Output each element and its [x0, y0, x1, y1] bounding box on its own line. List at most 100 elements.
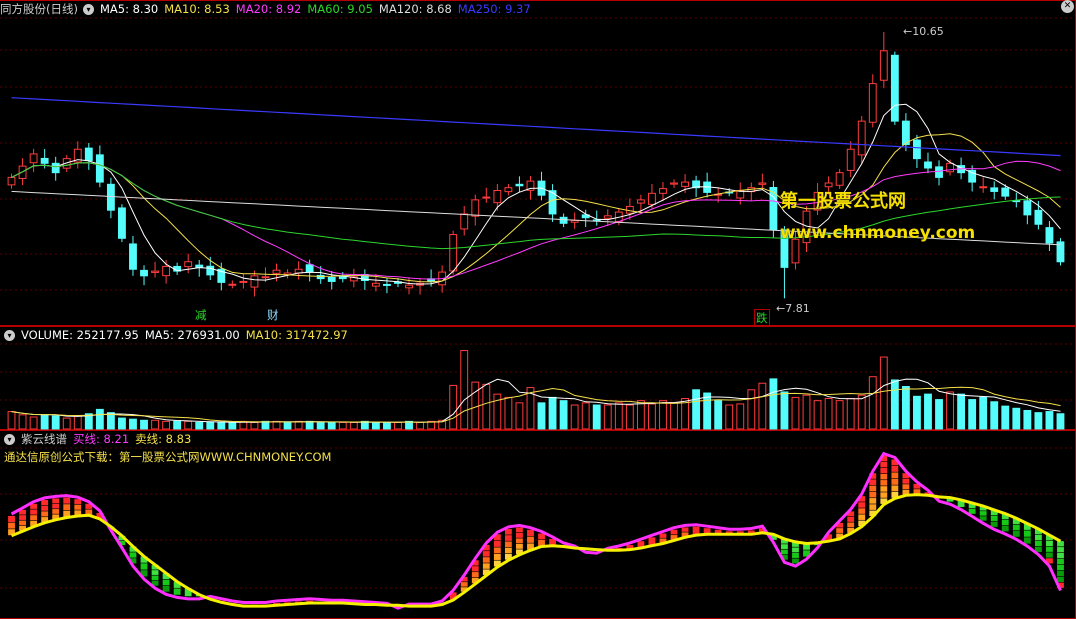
candle — [106, 183, 115, 211]
spectrum-block — [140, 563, 148, 570]
volume-bar — [846, 397, 855, 430]
candle — [471, 199, 480, 217]
volume-bar — [1045, 411, 1054, 430]
marker-jian: 减 — [195, 308, 207, 322]
volume-bar — [791, 396, 800, 430]
volume-bar — [968, 399, 977, 430]
candle — [151, 270, 159, 273]
spectrum-block — [482, 551, 490, 557]
spectrum-block — [63, 497, 71, 504]
volume-bar — [460, 350, 469, 430]
spectrum-block — [781, 549, 788, 555]
legend-item: MA10: 8.53 — [164, 2, 230, 16]
volume-bar — [979, 396, 988, 430]
candle — [857, 120, 866, 156]
candle — [482, 196, 491, 199]
spectrum-block — [52, 503, 60, 509]
sell-line-value: 卖线: 8.83 — [135, 432, 192, 446]
low-price-label: ←7.81 — [776, 302, 810, 315]
volume-bar — [802, 394, 811, 430]
spectrum-block — [902, 484, 910, 490]
volume-bar — [957, 393, 966, 430]
candle — [504, 187, 513, 193]
candle — [272, 269, 281, 274]
spectrum-block — [527, 529, 534, 536]
spectrum-block — [173, 588, 181, 595]
volume-bar — [913, 395, 921, 430]
spectrum-block — [41, 511, 49, 517]
indicator-panel[interactable]: ▾ 紫云线谱 买线: 8.21 卖线: 8.83 通达信原创公式下载：第一股票公式网W… — [0, 430, 1076, 619]
spectrum-block — [493, 540, 501, 547]
legend-item: VOLUME: 252177.95 — [21, 328, 139, 342]
spectrum-block — [516, 538, 523, 544]
settings-toggle-icon[interactable]: ▾ — [4, 434, 15, 445]
spectrum-block — [670, 529, 678, 535]
volume-bar — [383, 421, 391, 430]
candle — [659, 188, 667, 194]
volume-bar — [327, 421, 336, 430]
volume-bar — [338, 421, 347, 430]
volume-legend: VOLUME: 252177.95 MA5: 276931.00 MA10: 317… — [21, 328, 354, 342]
spectrum-block — [129, 552, 137, 558]
candle — [195, 264, 204, 268]
spectrum-block — [162, 585, 170, 592]
spectrum-block — [880, 473, 888, 480]
close-icon[interactable]: ✕ — [1061, 0, 1074, 13]
volume-bar — [636, 400, 645, 430]
window-controls[interactable]: ✕ — [1061, 0, 1074, 13]
volume-bar — [62, 417, 71, 430]
volume-bar — [283, 421, 292, 430]
spectrum-block — [504, 541, 512, 548]
volume-bar — [1001, 405, 1010, 430]
price-chart[interactable] — [0, 0, 1076, 326]
candle — [846, 148, 855, 171]
spectrum-block — [30, 509, 38, 515]
spectrum-block — [41, 505, 49, 511]
volume-bar — [559, 400, 568, 430]
price-header: 同方股份(日线) ▾ MA5: 8.30 MA10: 8.53 MA20: 8.92 MA… — [0, 0, 537, 18]
volume-bar — [515, 402, 524, 430]
spectrum-block — [8, 522, 15, 529]
volume-panel[interactable]: ▾ VOLUME: 252177.95 MA5: 276931.00 MA10: 31… — [0, 326, 1076, 430]
price-panel[interactable]: 同方股份(日线) ▾ MA5: 8.30 MA10: 8.53 MA20: 8.92 MA… — [0, 0, 1076, 326]
candle — [868, 83, 877, 123]
spectrum-block — [792, 553, 799, 558]
candle — [570, 220, 579, 223]
volume-bar — [206, 421, 215, 430]
spectrum-block — [162, 579, 170, 586]
candle — [758, 182, 767, 185]
spectrum-block — [1057, 570, 1064, 577]
volume-bar — [162, 420, 171, 430]
volume-bar — [659, 400, 667, 430]
marker-die: 跌 — [754, 309, 770, 326]
settings-toggle-icon[interactable]: ▾ — [82, 4, 94, 15]
volume-bar — [73, 415, 82, 430]
volume-bar — [394, 421, 402, 430]
candle — [371, 282, 380, 287]
candle — [239, 280, 248, 283]
spectrum-block — [482, 557, 490, 563]
spectrum-block — [516, 532, 523, 538]
spectrum-block — [1046, 552, 1053, 558]
candle — [990, 187, 999, 192]
spectrum-block — [1057, 558, 1064, 565]
volume-bar — [868, 376, 877, 430]
candle — [681, 181, 689, 187]
settings-toggle-icon[interactable]: ▾ — [4, 330, 15, 341]
spectrum-block — [880, 486, 888, 492]
volume-bar — [272, 420, 281, 430]
legend-item: MA20: 8.92 — [235, 2, 302, 16]
volume-bar — [725, 404, 734, 430]
candle — [84, 147, 93, 161]
volume-bar — [879, 356, 888, 430]
spectrum-block — [1057, 576, 1064, 582]
legend-item: MA5: 276931.00 — [144, 328, 240, 342]
indicator-header: ▾ 紫云线谱 买线: 8.21 卖线: 8.83 — [0, 430, 197, 448]
spectrum-block — [1046, 540, 1053, 547]
volume-bar — [1023, 409, 1032, 430]
spectrum-block — [979, 516, 987, 521]
volume-bar — [371, 421, 380, 430]
volume-bar — [1034, 412, 1043, 430]
spectrum-block — [891, 478, 899, 485]
volume-bar — [703, 392, 712, 430]
